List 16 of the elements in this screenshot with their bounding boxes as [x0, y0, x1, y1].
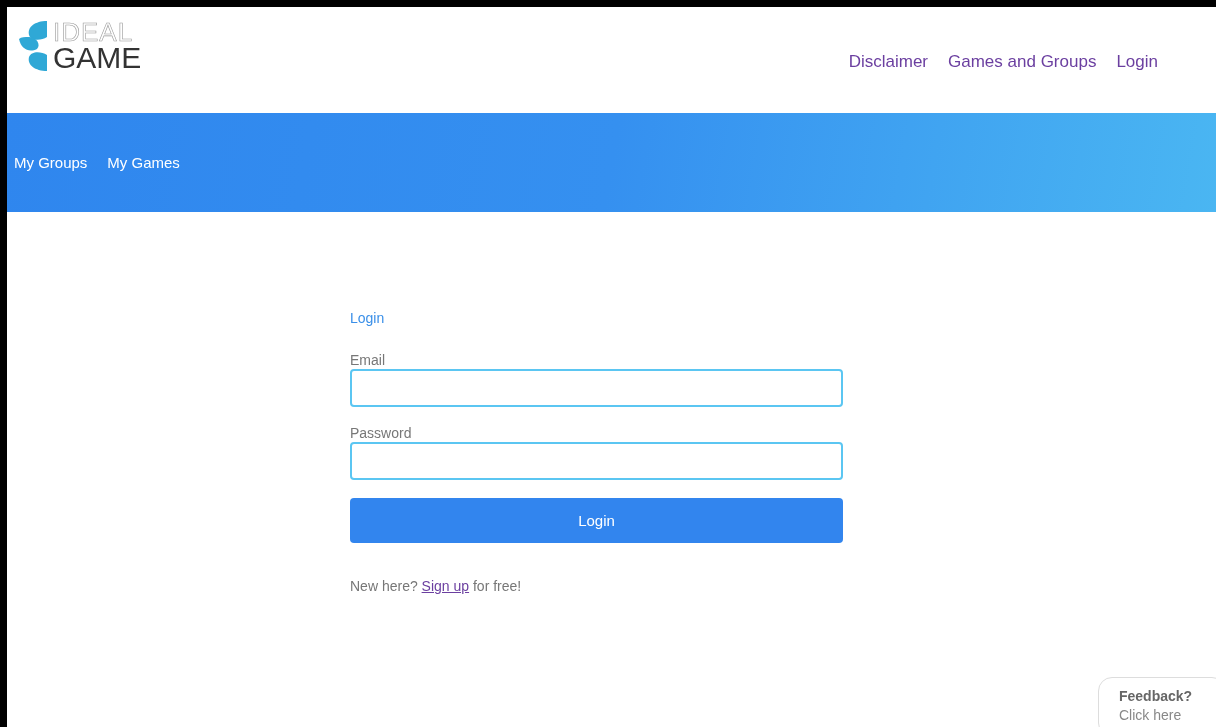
field-label: Email	[350, 352, 386, 368]
nav-link[interactable]: Disclaimer	[848, 52, 929, 72]
login-button[interactable]: Login	[350, 498, 843, 543]
signup-link[interactable]: Sign up	[421, 578, 470, 594]
logo-text: IDEAL	[53, 20, 135, 44]
input-field[interactable]	[350, 442, 843, 480]
feedback-tab[interactable]: Feedback? Click here	[1098, 677, 1216, 727]
signup-text: New here? Sign up for free!	[350, 578, 523, 594]
banner-nav-link[interactable]: My Groups	[14, 154, 88, 171]
nav-link[interactable]: Games and Groups	[948, 52, 1097, 72]
form-heading: Login	[350, 310, 386, 326]
nav-link[interactable]: Login	[1116, 52, 1158, 72]
banner-nav-link[interactable]: My Games	[107, 154, 180, 171]
input-field[interactable]	[350, 369, 843, 407]
logo-text: GAME	[53, 44, 142, 72]
field-label: Password	[350, 425, 413, 441]
